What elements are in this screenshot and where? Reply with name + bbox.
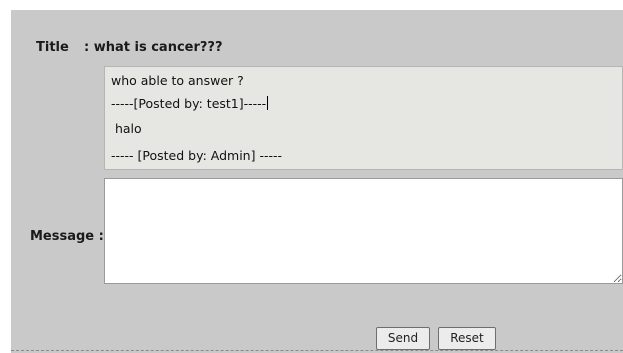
- history-line-text: -----[Posted by: test1]-----: [111, 96, 267, 111]
- message-input[interactable]: [104, 178, 623, 284]
- title-value: : what is cancer???: [84, 40, 223, 55]
- divider: [11, 350, 623, 351]
- history-line: halo: [111, 121, 142, 136]
- history-line: ----- [Posted by: Admin] -----: [111, 148, 283, 163]
- reset-button[interactable]: Reset: [438, 327, 496, 350]
- send-button[interactable]: Send: [376, 327, 430, 350]
- message-label: Message :: [30, 229, 104, 244]
- history-line: -----[Posted by: test1]-----: [111, 96, 269, 111]
- title-label: Title: [36, 40, 69, 55]
- text-caret: [267, 96, 269, 110]
- message-history-box[interactable]: who able to answer ? -----[Posted by: te…: [104, 66, 623, 170]
- history-line: who able to answer ?: [111, 73, 244, 88]
